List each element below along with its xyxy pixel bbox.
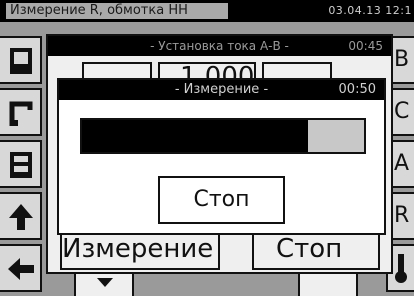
- current-setting-title: - Установка тока А-В -: [150, 39, 289, 53]
- left-button-back[interactable]: [0, 244, 42, 292]
- measurement-timer: 00:50: [338, 82, 376, 97]
- measure-button[interactable]: Измерение: [60, 232, 220, 270]
- background-stop-label: Стоп: [276, 234, 343, 264]
- bottom-right-button[interactable]: [298, 272, 358, 296]
- window-title: Измерение R, обмотка НН: [6, 3, 228, 19]
- datetime-display: 03.04.13 12:1: [328, 4, 412, 17]
- status-bar: Измерение R, обмотка НН 03.04.13 12:1: [0, 0, 414, 22]
- bracket-icon: [9, 101, 33, 126]
- arrow-left-icon: [8, 258, 34, 280]
- equipment-icon: [10, 152, 32, 178]
- left-button-up[interactable]: [0, 192, 42, 240]
- arrow-down-icon: [97, 278, 113, 287]
- measurement-progress-fill: [82, 120, 308, 152]
- measure-button-label: Измерение: [62, 234, 214, 264]
- device-icon: [10, 48, 32, 74]
- current-setting-timer: 00:45: [348, 39, 383, 53]
- left-button-device[interactable]: [0, 36, 42, 84]
- arrow-up-icon: [9, 204, 33, 230]
- measurement-title: - Измерение -: [174, 82, 269, 97]
- bottom-down-button[interactable]: [74, 272, 134, 296]
- measurement-titlebar: - Измерение - 00:50: [59, 80, 384, 100]
- left-button-equipment[interactable]: [0, 140, 42, 188]
- current-setting-titlebar: - Установка тока А-В - 00:45: [48, 36, 391, 56]
- left-button-bracket[interactable]: [0, 88, 42, 136]
- measurement-dialog: - Измерение - 00:50 Стоп: [57, 78, 386, 235]
- device-screen: Измерение R, обмотка НН 03.04.13 12:1 B …: [0, 0, 414, 296]
- thermometer-icon: [395, 254, 407, 283]
- measurement-progress-bar: [80, 118, 366, 154]
- background-stop-button[interactable]: Стоп: [252, 232, 380, 270]
- stop-button[interactable]: Стоп: [158, 176, 285, 224]
